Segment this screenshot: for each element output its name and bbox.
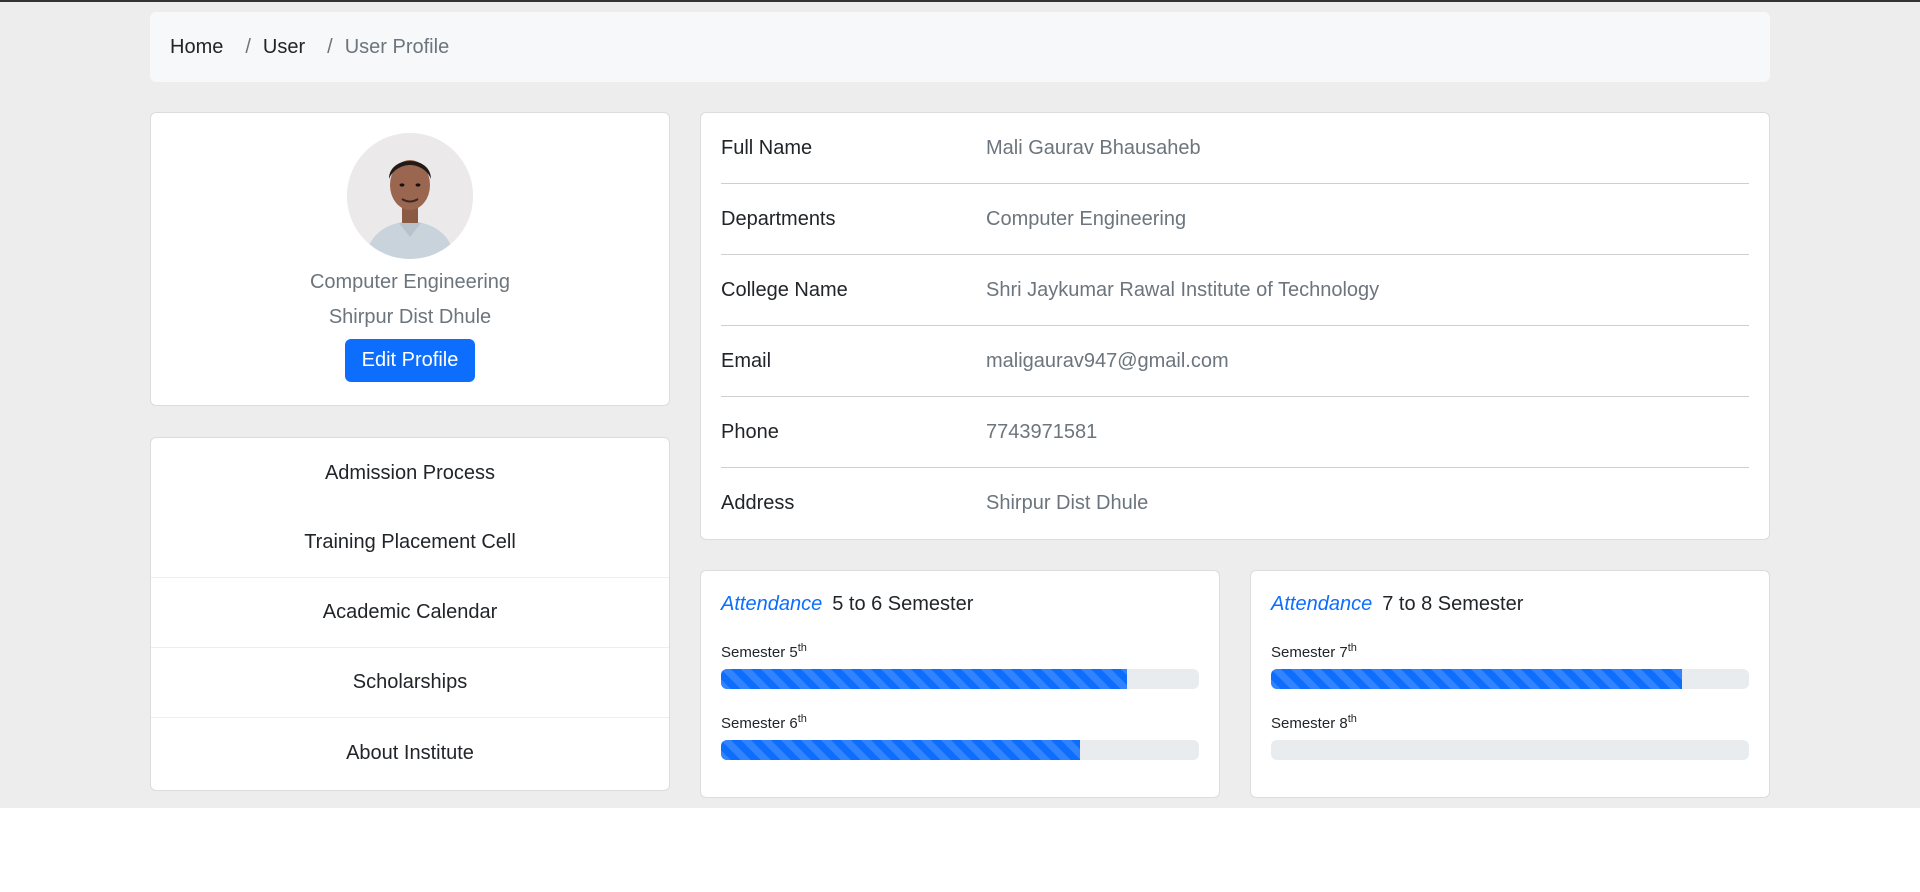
attendance-title: Attendance 5 to 6 Semester <box>721 593 1199 616</box>
profile-department: Computer Engineering <box>309 271 511 293</box>
breadcrumb-home[interactable]: Home <box>170 36 223 59</box>
semester-name: Semester 5 <box>721 644 798 661</box>
semester-suffix: th <box>1347 713 1357 725</box>
attendance-accent: Attendance <box>721 593 823 615</box>
breadcrumb: Home / User / User Profile <box>150 12 1770 82</box>
menu-item-scholarships[interactable]: Scholarships <box>151 648 669 718</box>
avatar-photo <box>347 133 473 259</box>
semester-name: Semester 8 <box>1271 715 1348 732</box>
profile-card: Computer Engineering Shirpur Dist Dhule … <box>150 112 670 406</box>
detail-value: Shri Jaykumar Rawal Institute of Technol… <box>986 278 1380 301</box>
avatar <box>347 133 473 259</box>
detail-value: 7743971581 <box>986 420 1098 443</box>
attendance-progress-bar <box>721 669 1128 689</box>
attendance-progress <box>721 740 1199 760</box>
attendance-range: 5 to 6 Semester <box>832 593 974 615</box>
detail-row-phone: Phone 7743971581 <box>721 397 1749 468</box>
menu-item-about-institute[interactable]: About Institute <box>151 718 669 788</box>
breadcrumb-user[interactable]: User <box>263 36 305 59</box>
attendance-progress-bar <box>1271 669 1683 689</box>
semester-name: Semester 6 <box>721 715 798 732</box>
semester-name: Semester 7 <box>1271 644 1348 661</box>
breadcrumb-separator: / <box>245 35 251 58</box>
detail-label: Email <box>721 349 772 372</box>
detail-label: Phone <box>721 420 779 443</box>
attendance-card-sem-7-8: Attendance 7 to 8 Semester Semester 7th S… <box>1250 570 1770 798</box>
breadcrumb-current: User Profile <box>344 35 450 58</box>
detail-value: Shirpur Dist Dhule <box>986 492 1149 514</box>
detail-label: Full Name <box>721 136 813 159</box>
detail-row-college-name: College Name Shri Jaykumar Rawal Institu… <box>721 255 1749 326</box>
detail-label: Departments <box>721 207 836 230</box>
detail-value: Computer Engineering <box>986 207 1187 230</box>
attendance-accent: Attendance <box>1271 593 1373 615</box>
semester-label: Semester 5th <box>721 642 1199 661</box>
profile-details-card: Full Name Mali Gaurav Bhausaheb Departme… <box>700 112 1770 540</box>
detail-value: maligaurav947@gmail.com <box>986 349 1229 372</box>
menu-item-academic-calendar[interactable]: Academic Calendar <box>151 578 669 648</box>
semester-label: Semester 7th <box>1271 642 1749 661</box>
detail-row-full-name: Full Name Mali Gaurav Bhausaheb <box>721 113 1749 184</box>
detail-value: Mali Gaurav Bhausaheb <box>986 136 1201 159</box>
detail-row-departments: Departments Computer Engineering <box>721 184 1749 255</box>
attendance-title: Attendance 7 to 8 Semester <box>1271 593 1749 616</box>
edit-profile-button[interactable]: Edit Profile <box>344 339 476 382</box>
profile-location: Shirpur Dist Dhule <box>328 306 492 328</box>
attendance-progress-bar <box>721 740 1080 760</box>
semester-label: Semester 8th <box>1271 713 1749 732</box>
quick-links-menu: Admission Process Training Placement Cel… <box>150 437 670 791</box>
detail-row-address: Address Shirpur Dist Dhule <box>721 468 1749 539</box>
detail-row-email: Email maligaurav947@gmail.com <box>721 326 1749 397</box>
attendance-progress <box>1271 669 1749 689</box>
semester-suffix: th <box>797 713 807 725</box>
semester-label: Semester 6th <box>721 713 1199 732</box>
attendance-card-sem-5-6: Attendance 5 to 6 Semester Semester 5th S… <box>700 570 1220 798</box>
attendance-progress <box>1271 740 1749 760</box>
menu-item-admission-process[interactable]: Admission Process <box>151 438 669 508</box>
menu-item-training-placement-cell[interactable]: Training Placement Cell <box>151 508 669 578</box>
attendance-range: 7 to 8 Semester <box>1382 593 1524 615</box>
detail-label: Address <box>721 492 795 514</box>
detail-label: College Name <box>721 278 848 301</box>
semester-suffix: th <box>1347 642 1357 654</box>
breadcrumb-separator: / <box>327 35 333 58</box>
attendance-progress <box>721 669 1199 689</box>
semester-suffix: th <box>797 642 807 654</box>
